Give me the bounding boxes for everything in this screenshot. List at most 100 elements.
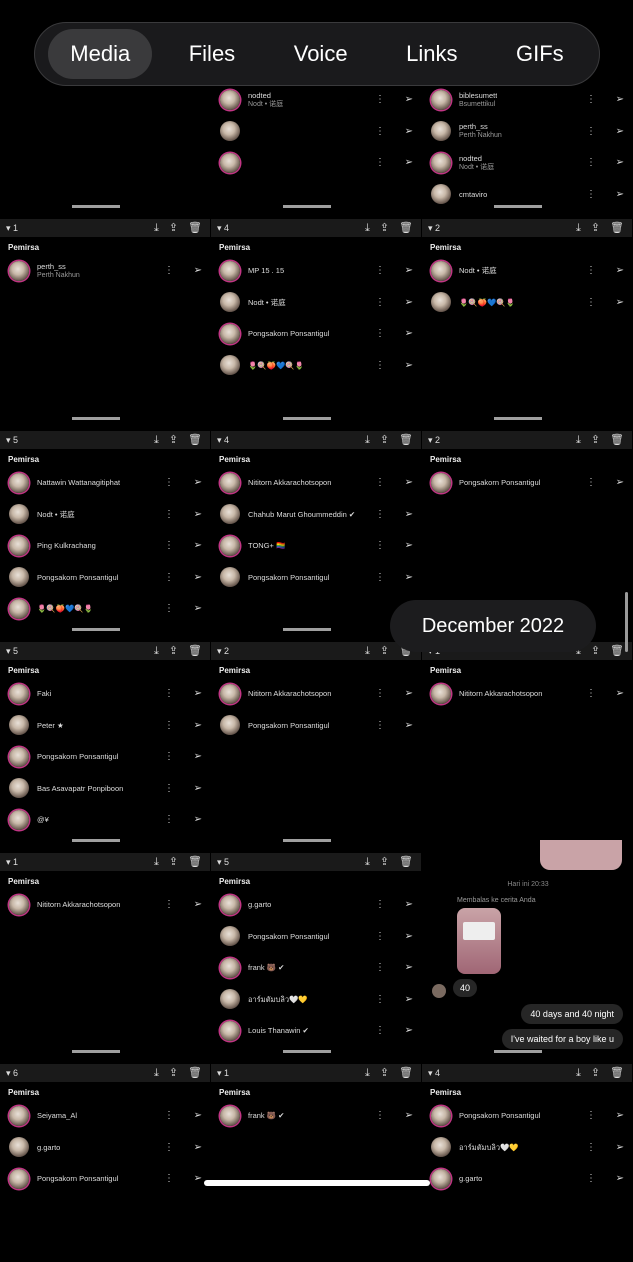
share-icon[interactable]: ⇪	[380, 856, 389, 868]
media-cell[interactable]: ▾ 2 ⤓ ⇪ 🗑 Pemirsa Nodt • 诺庭 ⋮ ➢ 🌷🍭🍑💙🍭🌷 ⋮ ➢	[422, 205, 632, 417]
trash-icon[interactable]: 🗑	[188, 645, 202, 657]
trash-icon[interactable]: 🗑	[610, 222, 624, 234]
share-icon[interactable]: ⇪	[591, 1067, 600, 1079]
list-item[interactable]: Pongsakorn Ponsantigul ⋮ ➢	[0, 562, 210, 594]
more-icon[interactable]: ⋮	[164, 603, 174, 614]
download-icon[interactable]: ⤓	[365, 856, 370, 868]
list-item[interactable]: Faki ⋮ ➢	[0, 678, 210, 710]
media-cell[interactable]: ▾ 2 ⤓ ⇪ 🗑 Pemirsa Nititorn Akkarachotsopon ⋮ ➢ P…	[211, 628, 421, 840]
list-item[interactable]: Chahub Marut Ghoummeddin ✔ ⋮ ➢	[211, 499, 421, 531]
trash-icon[interactable]: 🗑	[188, 434, 202, 446]
trash-icon[interactable]: 🗑	[399, 434, 413, 446]
list-item[interactable]: Pongsakorn Ponsantigul ⋮ ➢	[0, 741, 210, 773]
trash-icon[interactable]: 🗑	[610, 1067, 624, 1079]
trash-icon[interactable]: 🗑	[610, 434, 624, 446]
media-cell[interactable]: ▾ 1⤓⇪🗑PemirsaNititorn Akkarachotsopon⋮➢	[0, 839, 210, 1051]
send-icon[interactable]: ➢	[405, 931, 413, 942]
download-icon[interactable]: ⤓	[154, 856, 159, 868]
download-icon[interactable]: ⤓	[576, 434, 581, 446]
list-item[interactable]: อาร์มตัมบลิว🤍💛 ⋮ ➢	[422, 1132, 632, 1164]
more-icon[interactable]: ⋮	[586, 126, 596, 137]
share-icon[interactable]: ⇪	[380, 645, 389, 657]
list-item[interactable]: Pongsakorn Ponsantigul ⋮ ➢	[422, 467, 632, 499]
more-icon[interactable]: ⋮	[375, 1025, 385, 1036]
more-icon[interactable]: ⋮	[164, 477, 174, 488]
more-icon[interactable]: ⋮	[586, 1142, 596, 1153]
send-icon[interactable]: ➢	[616, 297, 624, 308]
send-icon[interactable]: ➢	[194, 540, 202, 551]
send-icon[interactable]: ➢	[616, 1110, 624, 1121]
send-icon[interactable]: ➢	[194, 1173, 202, 1184]
download-icon[interactable]: ⤓	[365, 645, 370, 657]
send-icon[interactable]: ➢	[194, 688, 202, 699]
send-icon[interactable]: ➢	[405, 720, 413, 731]
send-icon[interactable]: ➢	[405, 328, 413, 339]
list-item[interactable]: Bas Asavapatr Ponpiboon ⋮ ➢	[0, 773, 210, 805]
send-icon[interactable]: ➢	[405, 297, 413, 308]
send-icon[interactable]: ➢	[616, 477, 624, 488]
download-icon[interactable]: ⤓	[154, 645, 159, 657]
list-item[interactable]: 🌷🍭🍑💙🍭🌷 ⋮ ➢	[422, 287, 632, 319]
send-icon[interactable]: ➢	[405, 157, 413, 168]
send-icon[interactable]: ➢	[616, 1142, 624, 1153]
send-icon[interactable]: ➢	[405, 962, 413, 973]
list-item[interactable]: Pongsakorn Ponsantigul ⋮ ➢	[211, 710, 421, 742]
more-icon[interactable]: ⋮	[375, 360, 385, 371]
share-icon[interactable]: ⇪	[169, 645, 178, 657]
send-icon[interactable]: ➢	[194, 751, 202, 762]
more-icon[interactable]: ⋮	[164, 814, 174, 825]
send-icon[interactable]: ➢	[405, 994, 413, 1005]
send-icon[interactable]: ➢	[405, 572, 413, 583]
list-item[interactable]: Ping Kulkrachang ⋮ ➢	[0, 530, 210, 562]
media-cell[interactable]: ▾ 6 ⤓ ⇪ 🗑 Pemirsa Seiyama_Al ⋮ ➢ g.garto ⋮ ➢ Pongsa…	[0, 1050, 210, 1262]
tab-media[interactable]: Media	[48, 29, 153, 79]
send-icon[interactable]: ➢	[194, 1110, 202, 1121]
send-icon[interactable]: ➢	[194, 509, 202, 520]
more-icon[interactable]: ⋮	[375, 94, 385, 105]
send-icon[interactable]: ➢	[616, 126, 624, 137]
list-item[interactable]: Pongsakorn Ponsantigul ⋮ ➢	[422, 1100, 632, 1132]
list-item[interactable]: nodted Nodt • 诺庭 ⋮ ➢	[422, 147, 632, 179]
list-item[interactable]: Peter ★ ⋮ ➢	[0, 710, 210, 742]
media-cell[interactable]: ▾ 2 ⤓ ⇪ 🗑 Pemirsa Pongsakorn Ponsantigul ⋮ ➢	[422, 417, 632, 629]
list-item[interactable]: perth_ss Perth Nakhun ⋮ ➢	[422, 116, 632, 148]
trash-icon[interactable]: 🗑	[610, 645, 624, 657]
more-icon[interactable]: ⋮	[586, 688, 596, 699]
list-item[interactable]: nodted Nodt • 诺庭 ⋮ ➢	[211, 84, 421, 116]
send-icon[interactable]: ➢	[194, 783, 202, 794]
trash-icon[interactable]: 🗑	[399, 856, 413, 868]
media-cell[interactable]: ▾ 4 ⤓ ⇪ 🗑 Pemirsa Nititorn Akkarachotsopon ⋮ ➢ C…	[211, 417, 421, 629]
more-icon[interactable]: ⋮	[586, 189, 596, 200]
more-icon[interactable]: ⋮	[375, 931, 385, 942]
more-icon[interactable]: ⋮	[375, 509, 385, 520]
send-icon[interactable]: ➢	[405, 477, 413, 488]
more-icon[interactable]: ⋮	[375, 688, 385, 699]
share-icon[interactable]: ⇪	[380, 1067, 389, 1079]
download-icon[interactable]: ⤓	[154, 1067, 159, 1079]
send-icon[interactable]: ➢	[616, 688, 624, 699]
chat-cell[interactable]: Hari ini 20:33 Membalas ke cerita Anda 4…	[423, 840, 633, 1050]
send-icon[interactable]: ➢	[194, 1142, 202, 1153]
trash-icon[interactable]: 🗑	[399, 222, 413, 234]
media-cell[interactable]: ▾ 5 ⤓ ⇪ 🗑 Pemirsa Nattawin Wattanagitiphat ⋮ ➢ N…	[0, 417, 210, 629]
download-icon[interactable]: ⤓	[365, 222, 370, 234]
more-icon[interactable]: ⋮	[164, 688, 174, 699]
more-icon[interactable]: ⋮	[375, 477, 385, 488]
list-item[interactable]: Louis Thanawin ✔ ⋮ ➢	[211, 1015, 421, 1047]
send-icon[interactable]: ➢	[616, 94, 624, 105]
download-icon[interactable]: ⤓	[154, 222, 159, 234]
list-item[interactable]: Pongsakorn Ponsantigul ⋮ ➢	[211, 562, 421, 594]
more-icon[interactable]: ⋮	[164, 720, 174, 731]
more-icon[interactable]: ⋮	[375, 297, 385, 308]
story-thumbnail[interactable]	[457, 908, 501, 974]
list-item[interactable]: Nodt • 诺庭 ⋮ ➢	[0, 499, 210, 531]
more-icon[interactable]: ⋮	[164, 751, 174, 762]
more-icon[interactable]: ⋮	[586, 94, 596, 105]
share-icon[interactable]: ⇪	[591, 222, 600, 234]
more-icon[interactable]: ⋮	[164, 540, 174, 551]
list-item[interactable]: g.garto ⋮ ➢	[211, 889, 421, 921]
more-icon[interactable]: ⋮	[164, 1142, 174, 1153]
list-item[interactable]: Pongsakorn Ponsantigul ⋮ ➢	[0, 1163, 210, 1195]
media-cell[interactable]: ▾ 1⤓⇪🗑PemirsaNititorn Akkarachotsopon⋮➢	[422, 628, 632, 840]
list-item[interactable]: Nodt • 诺庭 ⋮ ➢	[211, 287, 421, 319]
